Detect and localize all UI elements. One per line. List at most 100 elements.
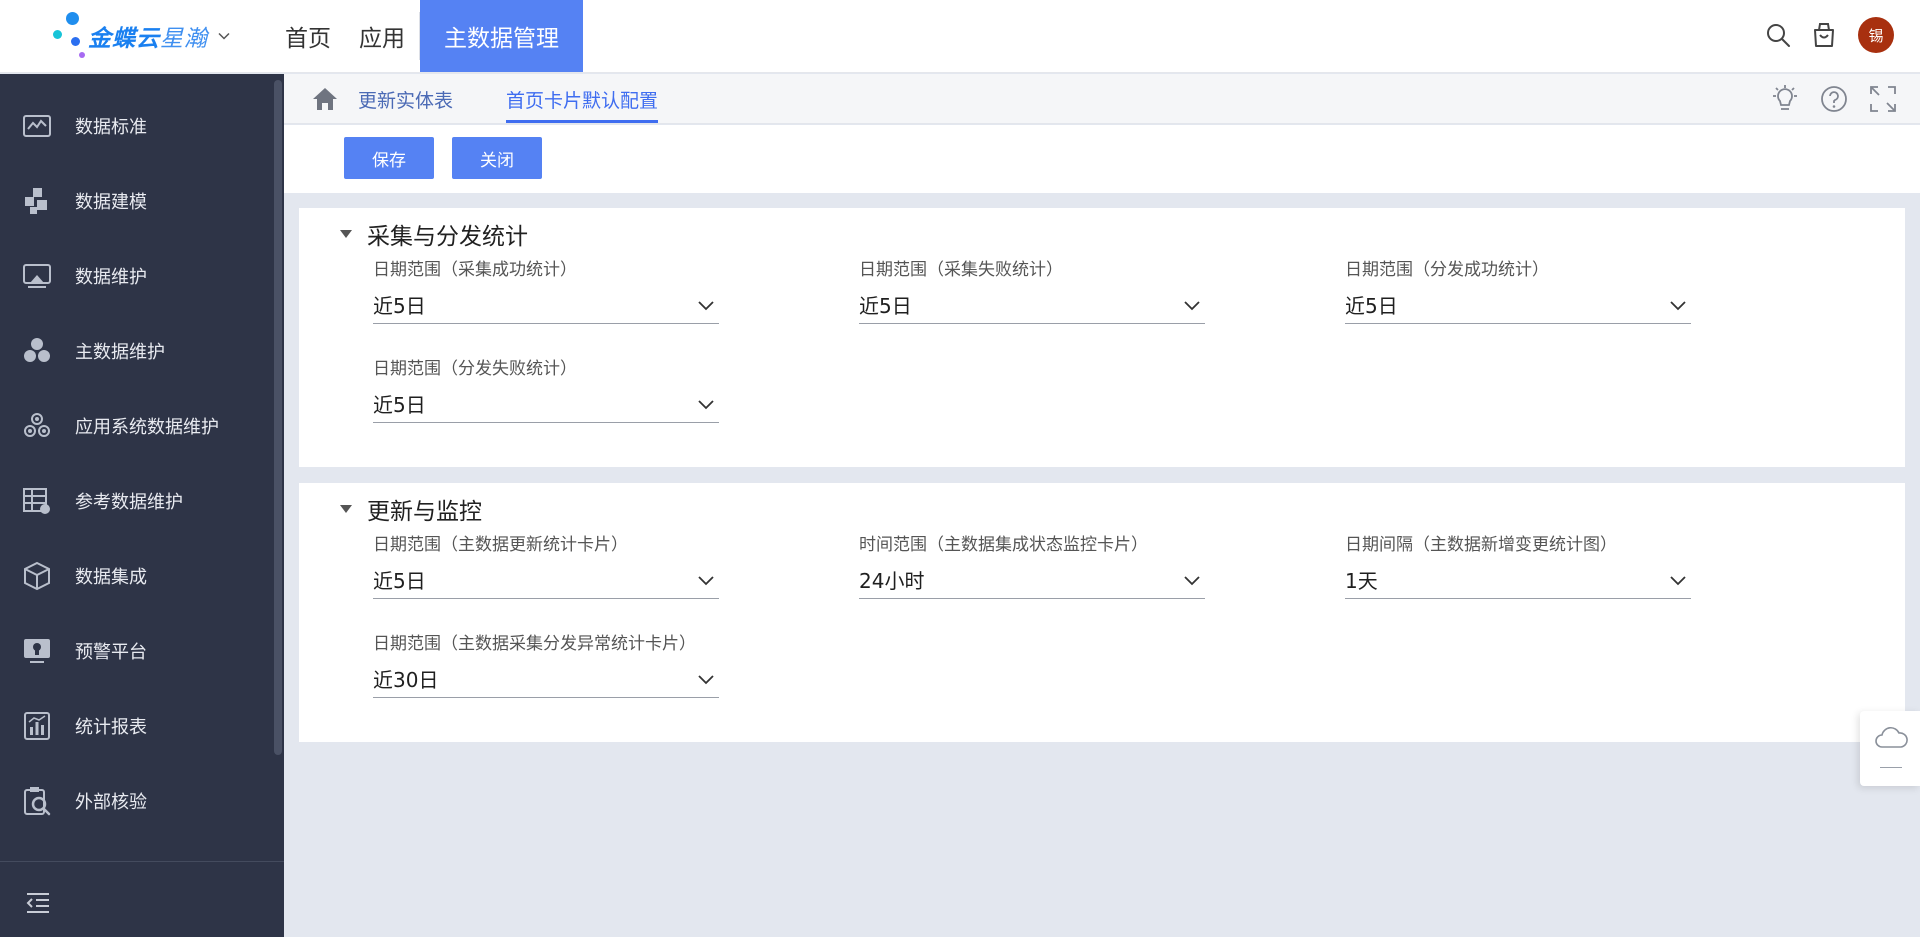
sidebar-item-label: 预警平台 [75,642,147,663]
sidebar-scrollbar[interactable] [274,80,282,755]
chevron-down-icon [1184,300,1200,310]
date-range-select[interactable]: 近5日 [373,385,719,423]
logo-text: 金蝶云星瀚 [88,19,208,53]
date-range-select[interactable]: 近5日 [373,286,719,324]
field-distribute-success-range: 日期范围（分发成功统计） 近5日 [1345,258,1691,324]
date-range-select[interactable]: 近30日 [373,660,719,698]
section-title: 采集与分发统计 [367,224,528,250]
close-button[interactable]: 关闭 [452,137,542,179]
date-range-select[interactable]: 近5日 [1345,286,1691,324]
date-range-select[interactable]: 近5日 [859,286,1205,324]
shopping-bag-icon[interactable] [1810,21,1838,49]
caret-down-icon [340,505,352,513]
lightbulb-icon[interactable] [1770,84,1800,114]
sidebar-item-app-system-data[interactable]: 应用系统数据维护 [0,396,270,456]
reference-data-icon [23,488,50,514]
cloud-float-button[interactable] [1860,711,1920,786]
field-collect-success-range: 日期范围（采集成功统计） 近5日 [373,258,719,324]
chevron-down-icon [698,575,714,585]
select-value: 近5日 [1345,294,1398,318]
field-label: 日期范围（主数据采集分发异常统计卡片） [373,634,696,654]
alert-platform-icon [24,639,50,663]
field-collect-distribute-error-range: 日期范围（主数据采集分发异常统计卡片） 近30日 [373,632,719,698]
tab-tools [1751,84,1898,114]
select-value: 近30日 [373,668,439,692]
time-range-select[interactable]: 24小时 [859,561,1205,599]
select-value: 1天 [1345,569,1378,593]
top-actions: 锡 [1746,17,1894,53]
sidebar-item-external-verify[interactable]: 外部核验 [0,771,270,831]
sidebar-item-statistics-report[interactable]: 统计报表 [0,696,270,756]
field-collect-fail-range: 日期范围（采集失败统计） 近5日 [859,258,1205,324]
chevron-down-icon [698,674,714,684]
sidebar-item-label: 主数据维护 [75,342,165,363]
field-label: 日期范围（采集失败统计） [859,260,1063,280]
chevron-down-icon[interactable] [218,30,230,42]
sidebar-item-data-maintenance[interactable]: 数据维护 [0,246,270,306]
search-icon[interactable] [1764,21,1792,49]
fullscreen-icon[interactable] [1868,84,1898,114]
app-logo[interactable]: 金蝶云星瀚 [48,10,278,62]
action-toolbar: 保存 关闭 [284,125,1920,193]
data-integration-icon [24,561,50,591]
tab-update-entity-table[interactable]: 更新实体表 [358,74,453,124]
field-label: 日期范围（采集成功统计） [373,260,577,280]
sidebar-item-alert-platform[interactable]: 预警平台 [0,621,270,681]
external-verify-icon [24,787,51,816]
field-integration-monitor-time: 时间范围（主数据集成状态监控卡片） 24小时 [859,533,1205,599]
topnav-master-data-label: 主数据管理 [444,26,559,52]
sidebar-item-label: 数据建模 [75,192,147,213]
section-header[interactable]: 更新与监控 [339,491,482,527]
sidebar-item-label: 应用系统数据维护 [75,417,219,438]
sidebar-item-label: 外部核验 [75,792,147,813]
select-value: 24小时 [859,569,925,593]
tab-homepage-card-config[interactable]: 首页卡片默认配置 [506,74,659,124]
select-value: 近5日 [859,294,912,318]
chevron-down-icon [1670,300,1686,310]
save-button[interactable]: 保存 [344,137,434,179]
sidebar-item-label: 统计报表 [75,717,147,738]
section-header[interactable]: 采集与分发统计 [339,216,528,252]
topnav-apps[interactable]: 应用 [345,0,419,72]
sidebar-item-reference-data[interactable]: 参考数据维护 [0,471,270,531]
field-label: 日期范围（分发成功统计） [1345,260,1549,280]
caret-down-icon [340,230,352,238]
sidebar-item-data-modeling[interactable]: 数据建模 [0,171,270,231]
field-distribute-fail-range: 日期范围（分发失败统计） 近5日 [373,357,719,423]
field-label: 时间范围（主数据集成状态监控卡片） [859,535,1148,555]
chevron-down-icon [698,300,714,310]
topnav-master-data[interactable]: 主数据管理 [420,0,583,72]
sidebar-item-data-integration[interactable]: 数据集成 [0,546,270,606]
section-update-monitor: 更新与监控 日期范围（主数据更新统计卡片） 近5日 时间范围（主数据集成状态监控… [299,483,1905,742]
sidebar-item-label: 数据集成 [75,567,147,588]
statistics-report-icon [24,712,50,740]
top-bar: 金蝶云星瀚 首页 应用 主数据管理 锡 [0,0,1920,73]
field-label: 日期范围（分发失败统计） [373,359,577,379]
sidebar-item-label: 数据维护 [75,267,147,288]
logo-name: 金蝶云 [88,26,160,52]
data-modeling-icon [25,188,47,214]
avatar[interactable]: 锡 [1858,17,1894,53]
logo-mark-icon [48,10,88,62]
data-standard-icon [23,115,51,137]
chevron-down-icon [1184,575,1200,585]
sidebar-item-data-standard[interactable]: 数据标准 [0,96,270,156]
sidebar-item-label: 数据标准 [75,117,147,138]
tab-label: 更新实体表 [358,89,454,112]
tab-label: 首页卡片默认配置 [506,89,659,112]
chevron-down-icon [698,399,714,409]
cloud-icon [1875,727,1908,748]
sidebar: 数据标准 数据建模 数据维护 主数据维护 应用系统数据维护 参考数据维护 数据集… [0,74,284,937]
home-icon[interactable] [311,85,339,113]
select-value: 近5日 [373,569,426,593]
app-system-data-icon [24,413,50,437]
date-interval-select[interactable]: 1天 [1345,561,1691,599]
help-icon[interactable] [1819,84,1849,114]
topnav-home[interactable]: 首页 [272,0,345,72]
collapse-menu-icon[interactable] [24,889,52,917]
date-range-select[interactable]: 近5日 [373,561,719,599]
sidebar-item-master-data[interactable]: 主数据维护 [0,321,270,381]
top-nav: 首页 应用 主数据管理 [272,0,583,72]
section-collect-distribute: 采集与分发统计 日期范围（采集成功统计） 近5日 日期范围（采集失败统计） 近5… [299,208,1905,467]
select-value: 近5日 [373,393,426,417]
